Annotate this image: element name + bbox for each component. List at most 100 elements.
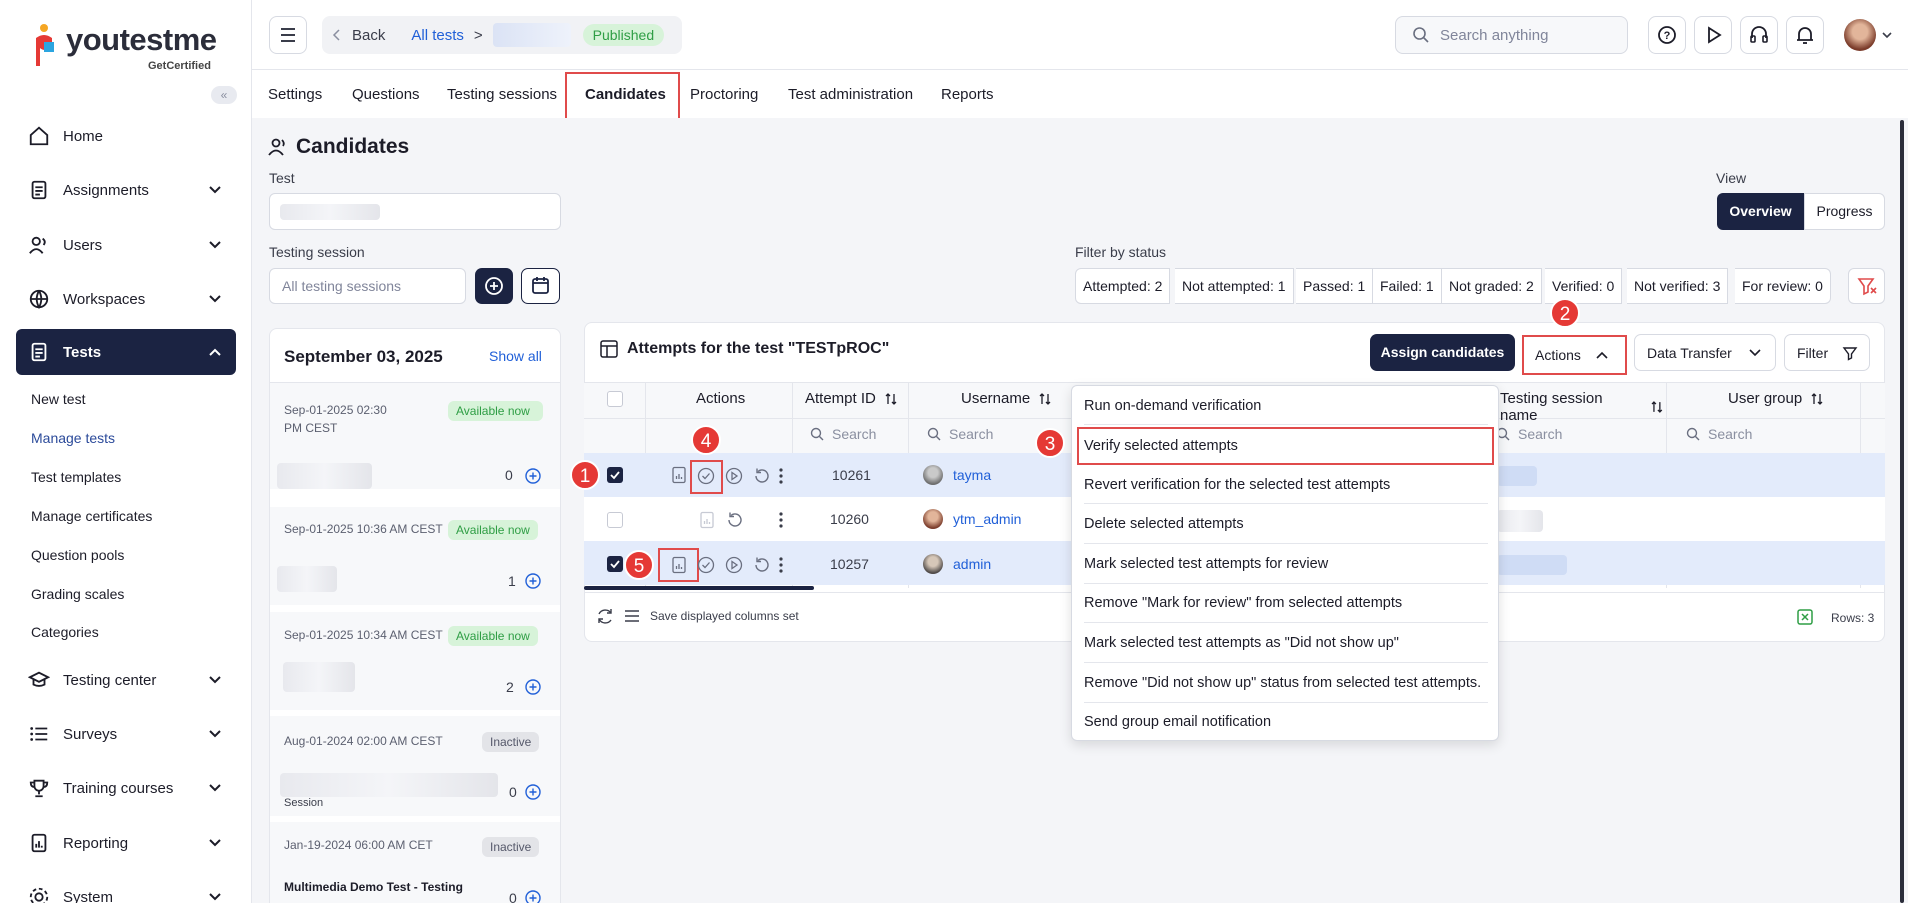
tab-reports[interactable]: Reports xyxy=(941,86,994,103)
brand-logo[interactable]: youtestme GetCertified xyxy=(30,22,217,72)
calendar-button[interactable] xyxy=(521,268,560,304)
help-button[interactable]: ? xyxy=(1648,16,1686,54)
chevron-down-icon[interactable] xyxy=(1881,29,1893,41)
add-candidate-icon[interactable] xyxy=(525,468,541,484)
filter-verified[interactable]: Verified: 0 xyxy=(1545,268,1623,304)
row-checkbox[interactable] xyxy=(607,467,623,483)
columns-menu-icon[interactable] xyxy=(623,607,641,625)
sidebar-sub-categories[interactable]: Categories xyxy=(31,624,99,640)
report-icon[interactable] xyxy=(670,556,688,574)
menu-item-mark-did-not-show-up[interactable]: Mark selected test attempts as "Did not … xyxy=(1084,635,1399,651)
tab-questions[interactable]: Questions xyxy=(352,86,420,103)
play-button[interactable] xyxy=(1694,16,1732,54)
username-link[interactable]: admin xyxy=(953,556,991,572)
add-candidate-icon[interactable] xyxy=(525,784,541,800)
row-checkbox[interactable] xyxy=(607,556,623,572)
add-candidate-icon[interactable] xyxy=(525,679,541,695)
filter-not-attempted[interactable]: Not attempted: 1 xyxy=(1175,268,1294,304)
reset-icon[interactable] xyxy=(726,511,744,529)
column-header-attempt-id[interactable]: Attempt ID xyxy=(805,390,898,407)
add-candidate-icon[interactable] xyxy=(525,573,541,589)
sidebar-item-assignments[interactable]: Assignments xyxy=(16,167,236,213)
session-name-search[interactable]: Search xyxy=(1496,426,1562,442)
all-tests-link[interactable]: All tests xyxy=(411,27,464,44)
select-all-checkbox[interactable] xyxy=(607,391,623,407)
show-all-link[interactable]: Show all xyxy=(489,348,542,364)
menu-item-revert-verification[interactable]: Revert verification for the selected tes… xyxy=(1084,477,1390,493)
sidebar-item-home[interactable]: Home xyxy=(16,113,236,159)
menu-item-mark-for-review[interactable]: Mark selected test attempts for review xyxy=(1084,556,1328,572)
menu-item-run-verification[interactable]: Run on-demand verification xyxy=(1084,398,1261,414)
sidebar-sub-manage-tests[interactable]: Manage tests xyxy=(31,430,115,446)
sidebar-item-workspaces[interactable]: Workspaces xyxy=(16,276,236,322)
verify-check-icon[interactable] xyxy=(697,556,715,574)
menu-item-delete-selected[interactable]: Delete selected attempts xyxy=(1084,516,1244,532)
global-search-input[interactable]: Search anything xyxy=(1395,16,1628,54)
sidebar-item-surveys[interactable]: Surveys xyxy=(16,711,236,757)
reset-icon[interactable] xyxy=(753,556,771,574)
reset-icon[interactable] xyxy=(753,467,771,485)
filter-attempted[interactable]: Attempted: 2 xyxy=(1075,268,1171,304)
sidebar-sub-grading-scales[interactable]: Grading scales xyxy=(31,586,124,602)
sidebar-sub-question-pools[interactable]: Question pools xyxy=(31,547,124,563)
sidebar-item-reporting[interactable]: Reporting xyxy=(16,820,236,866)
sidebar-item-testing-center[interactable]: Testing center xyxy=(16,657,236,703)
support-button[interactable] xyxy=(1740,16,1778,54)
more-options-icon[interactable] xyxy=(777,511,785,529)
collapse-sidebar-button[interactable]: « xyxy=(211,86,237,104)
username-link[interactable]: tayma xyxy=(953,467,991,483)
sidebar-sub-new-test[interactable]: New test xyxy=(31,391,85,407)
column-header-testing-session-name[interactable]: Testing session name xyxy=(1500,390,1664,424)
menu-item-verify-selected[interactable]: Verify selected attempts xyxy=(1084,438,1238,454)
save-columns-set[interactable]: Save displayed columns set xyxy=(650,609,799,623)
assign-candidates-button[interactable]: Assign candidates xyxy=(1370,334,1515,371)
menu-toggle-button[interactable] xyxy=(269,16,307,54)
play-circle-icon[interactable] xyxy=(725,556,743,574)
username-link[interactable]: ytm_admin xyxy=(953,511,1021,527)
view-overview-button[interactable]: Overview xyxy=(1717,193,1804,230)
refresh-icon[interactable] xyxy=(596,607,614,625)
notifications-button[interactable] xyxy=(1786,16,1824,54)
menu-item-remove-did-not-show-up[interactable]: Remove "Did not show up" status from sel… xyxy=(1084,675,1481,691)
test-select[interactable] xyxy=(269,193,561,230)
report-icon[interactable] xyxy=(670,466,688,484)
verify-check-icon[interactable] xyxy=(697,467,715,485)
sidebar-item-system[interactable]: System xyxy=(16,874,236,903)
page-scrollbar[interactable] xyxy=(1900,120,1904,903)
more-options-icon[interactable] xyxy=(777,467,785,485)
filter-not-graded[interactable]: Not graded: 2 xyxy=(1442,268,1542,304)
sidebar-item-tests[interactable]: Tests xyxy=(16,329,236,375)
column-header-user-group[interactable]: User group xyxy=(1728,390,1824,407)
actions-button[interactable]: Actions xyxy=(1527,338,1622,372)
filter-for-review[interactable]: For review: 0 xyxy=(1735,268,1831,304)
menu-item-remove-mark-for-review[interactable]: Remove "Mark for review" from selected a… xyxy=(1084,595,1402,611)
username-search[interactable]: Search xyxy=(927,426,993,442)
user-group-search[interactable]: Search xyxy=(1686,426,1752,442)
filter-failed[interactable]: Failed: 1 xyxy=(1373,268,1442,304)
filter-not-verified[interactable]: Not verified: 3 xyxy=(1627,268,1729,304)
tab-settings[interactable]: Settings xyxy=(268,86,322,103)
column-header-username[interactable]: Username xyxy=(961,390,1052,407)
view-progress-button[interactable]: Progress xyxy=(1804,193,1885,230)
row-checkbox[interactable] xyxy=(607,512,623,528)
sidebar-sub-test-templates[interactable]: Test templates xyxy=(31,469,121,485)
filter-button[interactable]: Filter xyxy=(1784,334,1870,371)
attempt-id-search[interactable]: Search xyxy=(810,426,876,442)
excel-export-icon[interactable] xyxy=(1796,608,1814,626)
filter-passed[interactable]: Passed: 1 xyxy=(1296,268,1374,304)
avatar[interactable] xyxy=(1844,19,1876,51)
play-circle-icon[interactable] xyxy=(725,467,743,485)
add-candidate-icon[interactable] xyxy=(525,890,541,903)
clear-filter-button[interactable] xyxy=(1848,268,1885,304)
sidebar-item-training-courses[interactable]: Training courses xyxy=(16,765,236,811)
tab-test-administration[interactable]: Test administration xyxy=(788,86,913,103)
back-link[interactable]: Back xyxy=(352,27,385,44)
data-transfer-button[interactable]: Data Transfer xyxy=(1634,334,1776,371)
testing-session-input[interactable]: All testing sessions xyxy=(269,268,466,304)
more-options-icon[interactable] xyxy=(777,556,785,574)
tab-proctoring[interactable]: Proctoring xyxy=(690,86,758,103)
menu-item-send-group-email[interactable]: Send group email notification xyxy=(1084,714,1271,730)
tab-testing-sessions[interactable]: Testing sessions xyxy=(447,86,557,103)
add-session-button[interactable] xyxy=(475,268,513,304)
sidebar-sub-manage-certificates[interactable]: Manage certificates xyxy=(31,508,152,524)
